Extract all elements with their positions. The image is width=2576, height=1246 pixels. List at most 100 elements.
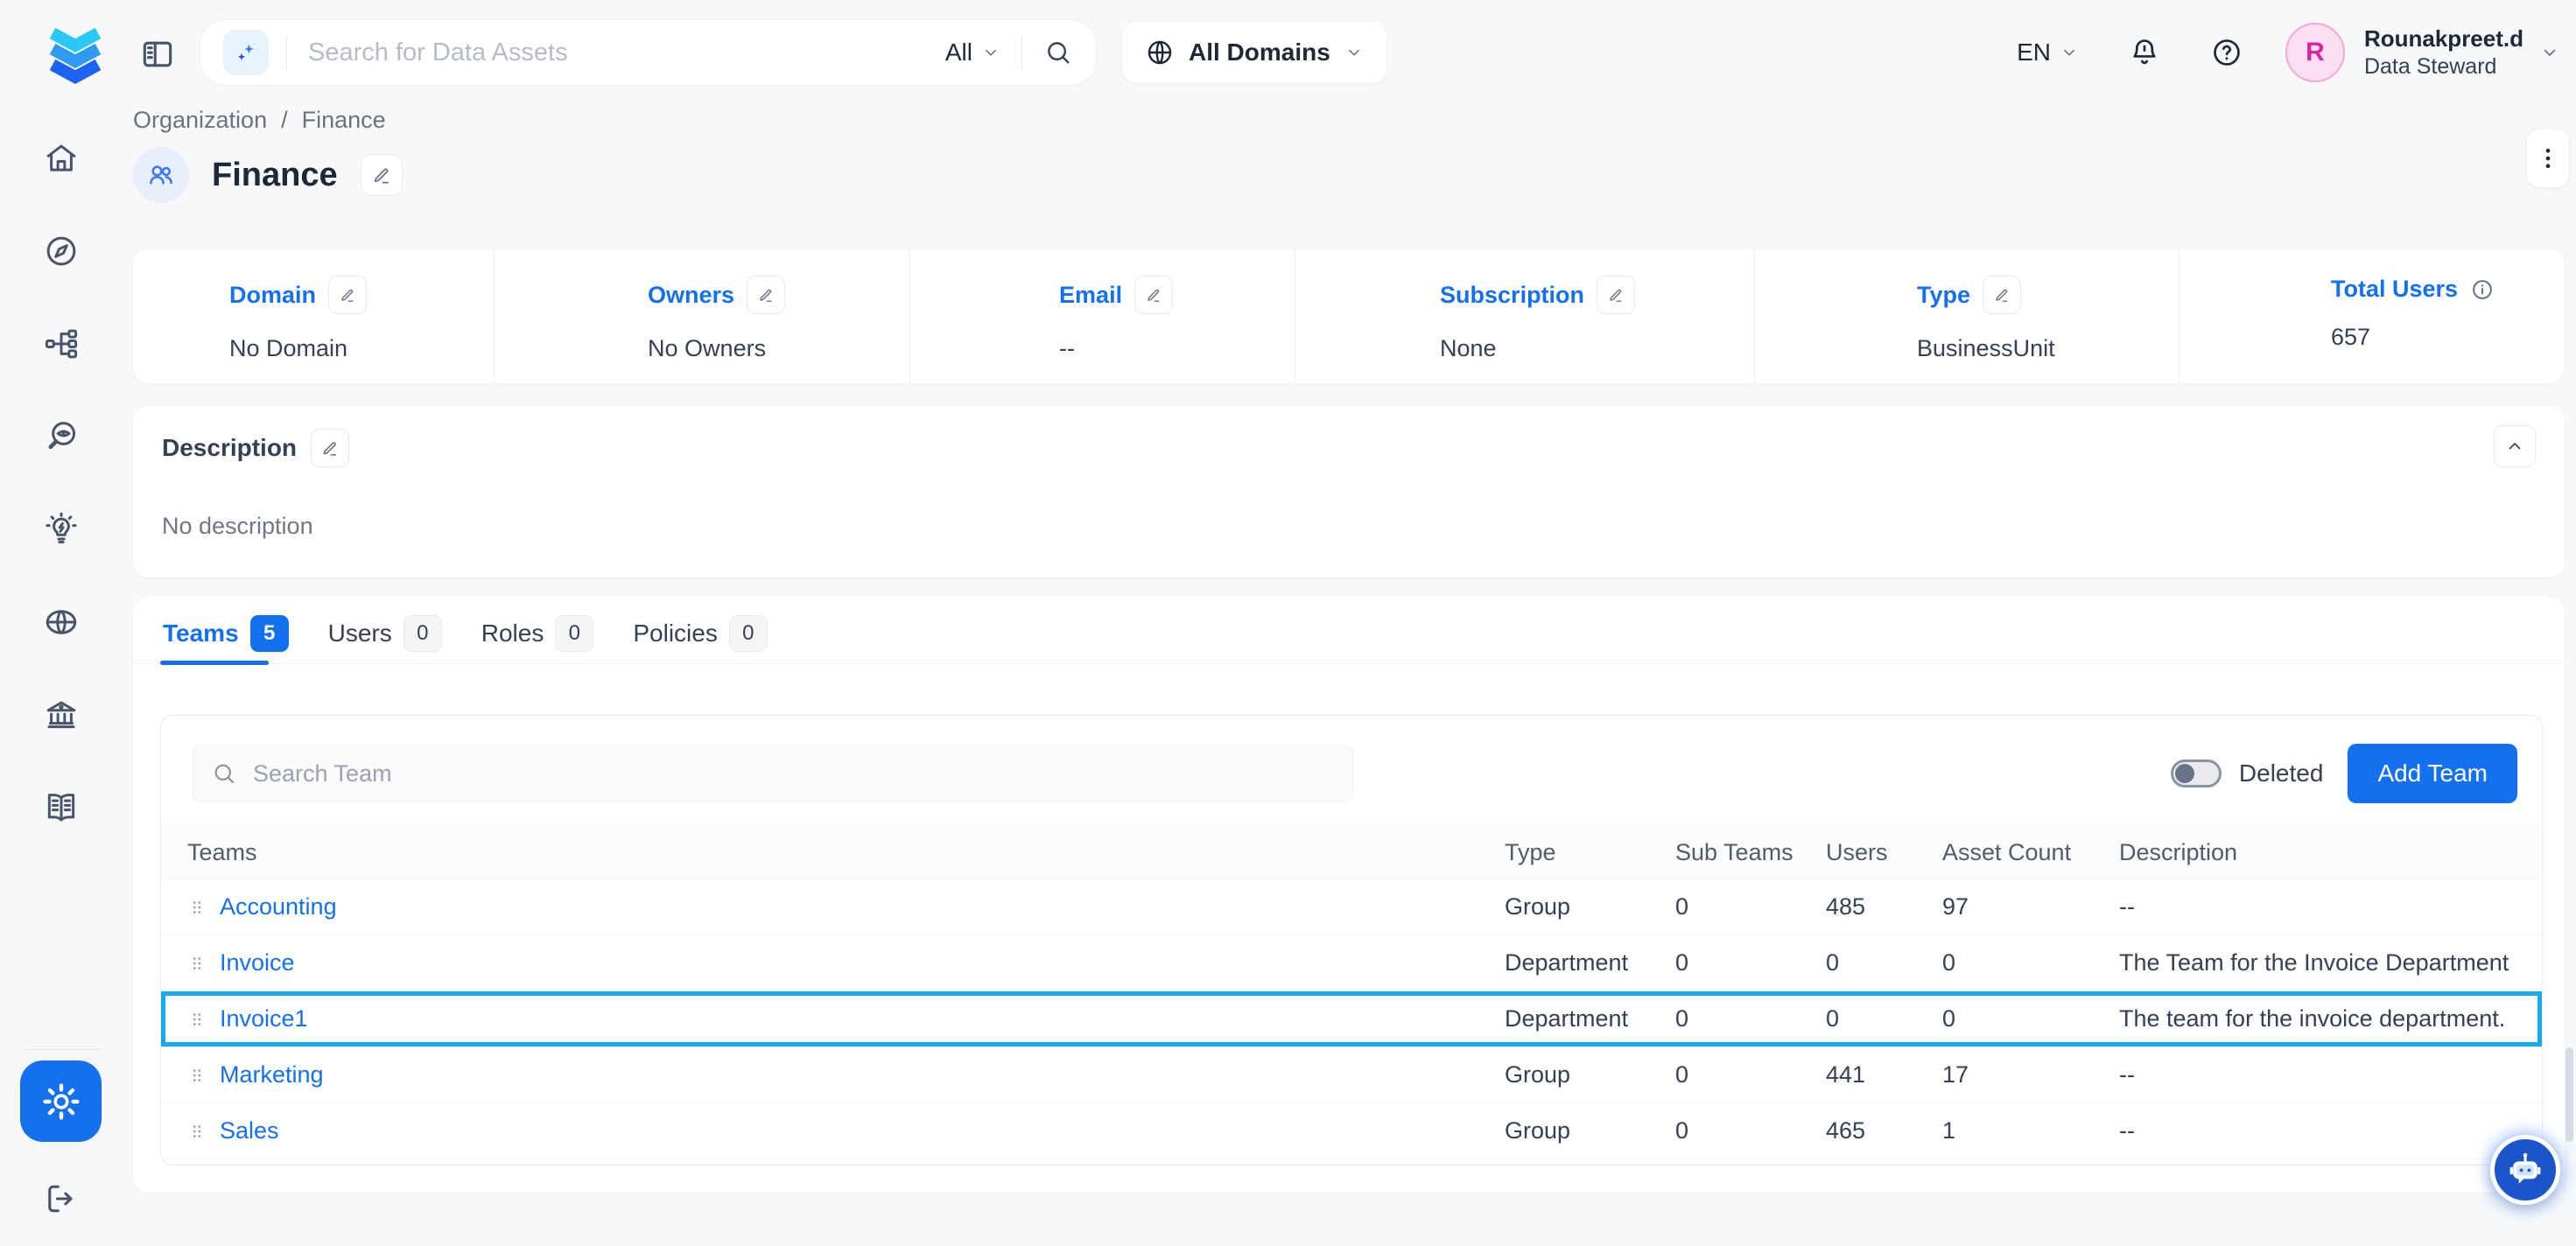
- add-team-button[interactable]: Add Team: [2348, 744, 2517, 803]
- tab-roles[interactable]: Roles0: [481, 615, 594, 652]
- drag-handle-icon[interactable]: [187, 952, 207, 975]
- chevron-down-icon: [1344, 43, 1364, 62]
- user-role: Data Steward: [2364, 53, 2523, 80]
- description-cell: The Team for the Invoice Department: [2103, 949, 2542, 976]
- sidebar-item-domains-icon[interactable]: [43, 604, 80, 640]
- pencil-icon: [757, 286, 775, 304]
- search-input[interactable]: [306, 38, 945, 68]
- info-value-type: BusinessUnit: [1917, 335, 2179, 362]
- table-row-invoice1[interactable]: Invoice1Department000The team for the in…: [161, 991, 2542, 1047]
- search-icon[interactable]: [1043, 38, 1073, 67]
- drag-handle-icon[interactable]: [187, 1120, 207, 1143]
- sidebar-item-insights-icon[interactable]: [43, 511, 80, 548]
- edit-subscription-button[interactable]: [1597, 276, 1635, 314]
- table-row-marketing[interactable]: MarketingGroup044117--: [161, 1047, 2542, 1103]
- users-cell: 485: [1810, 893, 1927, 920]
- scrollbar-thumb[interactable]: [2565, 1047, 2573, 1142]
- search-scope-dropdown[interactable]: All: [945, 38, 1000, 66]
- table-row-invoice[interactable]: InvoiceDepartment000The Team for the Inv…: [161, 935, 2542, 991]
- asset-count-cell: 17: [1927, 1061, 2103, 1088]
- sidebar-item-home-icon[interactable]: [43, 140, 80, 177]
- edit-domain-button[interactable]: [328, 276, 367, 314]
- global-search-bar[interactable]: All: [200, 19, 1097, 86]
- edit-title-button[interactable]: [361, 154, 403, 196]
- breadcrumb: Organization/Finance: [133, 107, 386, 134]
- help-icon[interactable]: [2210, 36, 2243, 69]
- users-cell: 0: [1810, 1005, 1927, 1032]
- team-search-input[interactable]: [251, 760, 1335, 788]
- description-card: Description No description: [133, 406, 2565, 578]
- sparkles-icon[interactable]: [223, 30, 269, 75]
- tab-count-badge: 5: [250, 615, 289, 652]
- sidebar-item-data-flow-icon[interactable]: [43, 326, 80, 362]
- users-cell: 441: [1810, 1061, 1927, 1088]
- pencil-icon: [320, 438, 340, 458]
- team-search-bar[interactable]: [193, 745, 1353, 802]
- drag-handle-icon[interactable]: [187, 1008, 207, 1031]
- user-info[interactable]: Rounakpreet.d Data Steward: [2364, 24, 2523, 80]
- team-link-sales[interactable]: Sales: [220, 1117, 279, 1144]
- active-tab-underline: [160, 661, 269, 665]
- user-avatar[interactable]: R: [2285, 23, 2345, 82]
- team-link-invoice1[interactable]: Invoice1: [220, 1005, 308, 1032]
- info-col-subscription: Subscription None: [1295, 249, 1755, 383]
- users-cell: 0: [1810, 949, 1927, 976]
- globe-icon: [1145, 38, 1175, 67]
- sidebar-item-observability-icon[interactable]: [43, 418, 80, 455]
- sidebar-item-glossary-icon[interactable]: [43, 789, 80, 826]
- info-value-total-users: 657: [2331, 324, 2565, 351]
- info-label-subscription: Subscription: [1440, 282, 1584, 309]
- table-row-accounting[interactable]: AccountingGroup048597--: [161, 879, 2542, 935]
- app-logo-icon[interactable]: [37, 14, 114, 91]
- info-value-email: --: [1059, 335, 1295, 362]
- notifications-bell-icon[interactable]: [2128, 36, 2161, 69]
- sub-teams-cell: 0: [1660, 1061, 1810, 1088]
- team-link-marketing[interactable]: Marketing: [220, 1061, 324, 1088]
- edit-owners-button[interactable]: [747, 276, 785, 314]
- description-cell: --: [2103, 893, 2542, 920]
- sidebar-item-explore-icon[interactable]: [43, 233, 80, 270]
- info-value-subscription: None: [1440, 335, 1754, 362]
- collapse-description-button[interactable]: [2494, 425, 2536, 467]
- all-domains-dropdown[interactable]: All Domains: [1122, 22, 1386, 83]
- chevron-down-icon[interactable]: [2539, 42, 2560, 63]
- asset-count-cell: 97: [1927, 893, 2103, 920]
- breadcrumb-item-finance[interactable]: Finance: [302, 107, 386, 134]
- edit-description-button[interactable]: [311, 429, 349, 467]
- info-col-owners: OwnersNo Owners: [495, 249, 910, 383]
- chevron-up-icon: [2504, 436, 2525, 457]
- sub-teams-cell: 0: [1660, 893, 1810, 920]
- tab-policies[interactable]: Policies0: [633, 615, 767, 652]
- type-cell: Department: [1489, 949, 1660, 976]
- drag-handle-icon[interactable]: [187, 1064, 207, 1087]
- info-value-domain: No Domain: [229, 335, 494, 362]
- tab-users[interactable]: Users0: [328, 615, 442, 652]
- page-actions-menu-button[interactable]: [2527, 130, 2569, 187]
- info-value-owners: No Owners: [648, 335, 909, 362]
- team-link-accounting[interactable]: Accounting: [220, 893, 337, 920]
- search-divider: [1021, 35, 1022, 70]
- chat-bot-button[interactable]: [2490, 1135, 2560, 1205]
- description-label: Description: [162, 434, 297, 462]
- total-users-info-icon[interactable]: [2470, 277, 2495, 302]
- sidebar-item-settings-button[interactable]: [20, 1060, 102, 1142]
- table-row-sales[interactable]: SalesGroup04651--: [161, 1103, 2542, 1159]
- edit-email-button[interactable]: [1134, 276, 1173, 314]
- sidebar-toggle-icon[interactable]: [138, 35, 177, 74]
- tab-label: Teams: [163, 620, 239, 648]
- pencil-icon: [339, 286, 356, 304]
- sidebar-item-governance-icon[interactable]: [43, 696, 80, 733]
- language-dropdown[interactable]: EN: [2017, 38, 2079, 66]
- gear-icon: [40, 1081, 82, 1123]
- breadcrumb-item-organization[interactable]: Organization: [133, 107, 267, 134]
- tab-teams[interactable]: Teams 5: [163, 615, 289, 652]
- logout-icon[interactable]: [42, 1180, 81, 1218]
- sidebar-divider: [22, 1049, 101, 1050]
- description-cell: --: [2103, 1061, 2542, 1088]
- edit-type-button[interactable]: [1983, 276, 2021, 314]
- teams-table-header: TeamsTypeSub TeamsUsersAsset CountDescri…: [161, 825, 2542, 879]
- team-link-invoice[interactable]: Invoice: [220, 949, 295, 976]
- deleted-toggle[interactable]: [2171, 760, 2222, 788]
- drag-handle-icon[interactable]: [187, 896, 207, 919]
- description-cell: The team for the invoice department.: [2103, 1005, 2542, 1032]
